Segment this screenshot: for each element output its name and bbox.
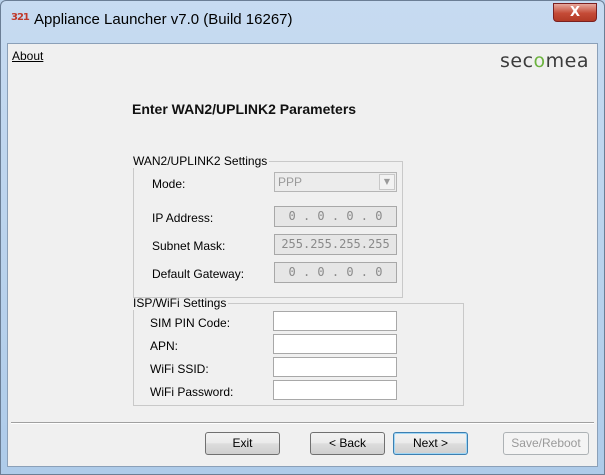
ip-address-field[interactable]: 0 . 0 . 0 . 0 <box>274 206 397 227</box>
window-title: Appliance Launcher v7.0 (Build 16267) <box>34 11 293 28</box>
secomea-logo: secomea <box>500 50 589 72</box>
mode-select[interactable]: PPP ▼ <box>274 172 397 192</box>
mode-label: Mode: <box>152 177 186 191</box>
wifi-password-label: WiFi Password: <box>150 385 234 399</box>
app-icon: 321 <box>11 12 30 23</box>
apn-label: APN: <box>150 339 179 353</box>
isp-wifi-settings-legend: ISP/WiFi Settings <box>133 296 227 310</box>
close-icon: X <box>569 5 581 20</box>
logo-power-o: o <box>533 50 546 72</box>
subnet-mask-label: Subnet Mask: <box>152 239 226 253</box>
chevron-down-icon[interactable]: ▼ <box>379 174 395 190</box>
about-link[interactable]: About <box>12 49 43 63</box>
close-button[interactable]: X <box>553 3 597 22</box>
title-bar[interactable]: 321 Appliance Launcher v7.0 (Build 16267… <box>1 1 604 37</box>
wan2-settings-legend: WAN2/UPLINK2 Settings <box>133 154 268 168</box>
save-reboot-button[interactable]: Save/Reboot <box>503 432 589 455</box>
logo-text-prefix: sec <box>499 50 534 72</box>
next-button[interactable]: Next > <box>393 432 468 455</box>
app-window: 321 Appliance Launcher v7.0 (Build 16267… <box>0 0 605 475</box>
apn-input[interactable] <box>273 334 397 354</box>
sim-pin-label: SIM PIN Code: <box>150 316 231 330</box>
wifi-ssid-label: WiFi SSID: <box>150 362 209 376</box>
wizard-panel: About secomea Enter WAN2/UPLINK2 Paramet… <box>7 43 598 467</box>
logo-text-suffix: mea <box>545 50 589 72</box>
back-button[interactable]: < Back <box>310 432 385 455</box>
wifi-ssid-input[interactable] <box>273 357 397 377</box>
exit-button[interactable]: Exit <box>205 432 280 455</box>
footer-divider <box>11 422 594 424</box>
default-gateway-label: Default Gateway: <box>152 267 245 281</box>
mode-select-value: PPP <box>278 175 303 189</box>
subnet-mask-field[interactable]: 255.255.255.255 <box>274 234 397 255</box>
default-gateway-field[interactable]: 0 . 0 . 0 . 0 <box>274 262 397 283</box>
wifi-password-input[interactable] <box>273 380 397 400</box>
ip-address-label: IP Address: <box>152 211 214 225</box>
page-title: Enter WAN2/UPLINK2 Parameters <box>132 101 357 117</box>
sim-pin-input[interactable] <box>273 311 397 331</box>
